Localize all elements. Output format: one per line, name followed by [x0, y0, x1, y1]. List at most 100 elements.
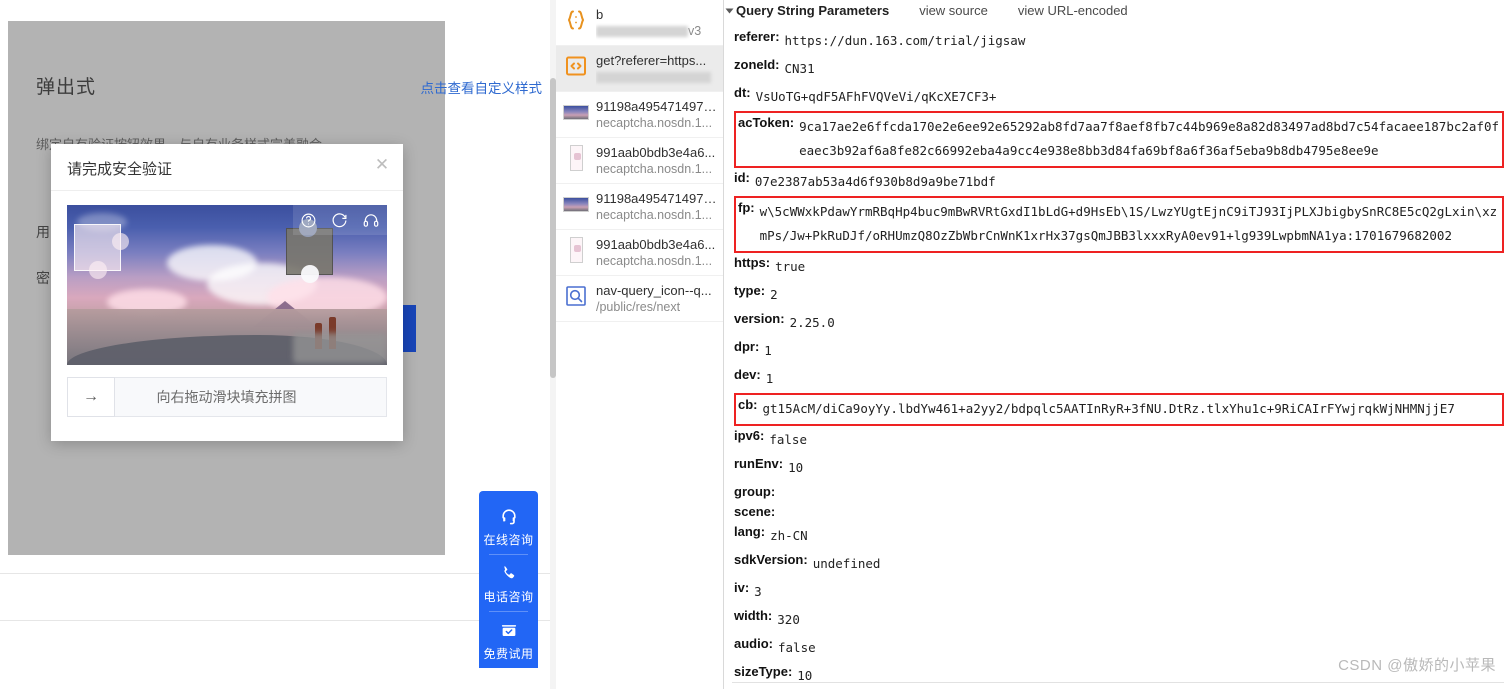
query-param-row: width:320: [734, 606, 1512, 634]
query-param-row: lang:zh-CN: [734, 522, 1512, 550]
audio-icon[interactable]: [362, 212, 380, 229]
query-param-row: group:: [734, 482, 1512, 502]
website-preview-pane: 弹出式 点击查看自定义样式 绑定自有验证按钮效果，与自有业务样式完美融合 用 密…: [0, 0, 556, 689]
query-param-value[interactable]: gt15AcM/diCa9oyYy.lbdYw461+a2yy2/bdpqlc5…: [763, 397, 1455, 421]
query-param-key: ipv6:: [734, 428, 764, 444]
query-param-value[interactable]: 1: [764, 339, 772, 363]
query-param-key: acToken:: [738, 115, 794, 131]
file-list-item-text: 991aab0bdb3e4a6...necaptcha.nosdn.1...: [596, 143, 717, 178]
query-param-key: cb:: [738, 397, 758, 413]
query-param-value[interactable]: 9ca17ae2e6ffcda170e2e6ee92e65292ab8fd7aa…: [799, 115, 1500, 163]
query-param-value[interactable]: 3: [754, 580, 762, 604]
arrow-right-icon[interactable]: →: [67, 377, 115, 417]
chevron-down-icon[interactable]: [726, 8, 734, 13]
query-string-parameters-header[interactable]: Query String Parameters view source view…: [724, 0, 1512, 21]
query-param-value[interactable]: true: [775, 255, 805, 279]
query-param-row-highlighted: acToken: 9ca17ae2e6ffcda170e2e6ee92e65292…: [734, 111, 1504, 168]
file-list-item[interactable]: get?referer=https...: [556, 46, 723, 92]
query-param-value[interactable]: w\5cWWxkPdawYrmRBqHp4buc9mBwRVRtGxdI1bLd…: [760, 200, 1500, 248]
captcha-slider-track[interactable]: → 向右拖动滑块填充拼图: [67, 377, 387, 417]
file-list-item[interactable]: bv3: [556, 0, 723, 46]
puzzle-slot-shape: [74, 224, 121, 271]
file-name: b: [596, 6, 717, 23]
file-name: 991aab0bdb3e4a6...: [596, 236, 717, 253]
query-param-row: dev:1: [734, 365, 1512, 393]
image-thumb-tall-icon: [563, 145, 589, 171]
query-param-value[interactable]: 320: [777, 608, 800, 632]
query-param-row: dpr: 1: [734, 337, 1512, 365]
file-name: 991aab0bdb3e4a6...: [596, 144, 717, 161]
query-param-value[interactable]: https://dun.163.com/trial/jigsaw: [785, 29, 1026, 53]
free-trial-icon: [479, 619, 538, 641]
query-param-row-highlighted: fp: w\5cWWxkPdawYrmRBqHp4buc9mBwRVRtGxdI1…: [734, 196, 1504, 253]
widget-item-phone-consult[interactable]: 电话咨询: [479, 554, 538, 611]
view-url-encoded-button[interactable]: view URL-encoded: [1018, 3, 1128, 18]
file-subtitle: necaptcha.nosdn.1...: [596, 161, 717, 178]
query-param-row: scene:: [734, 502, 1512, 522]
query-param-value[interactable]: 2.25.0: [790, 311, 835, 335]
query-param-row: iv:3: [734, 578, 1512, 606]
widget-label-online-consult: 在线咨询: [479, 531, 538, 548]
file-list-item-text: bv3: [596, 5, 717, 40]
query-param-row: version:2.25.0: [734, 309, 1512, 337]
widget-label-free-trial: 免费试用: [479, 645, 538, 662]
file-name: get?referer=https...: [596, 52, 717, 69]
query-param-key: scene:: [734, 504, 775, 520]
captcha-tools: [293, 205, 387, 235]
query-param-key: https:: [734, 255, 770, 271]
query-param-value[interactable]: 07e2387ab53a4d6f930b8d9a9be71bdf: [755, 170, 996, 194]
query-param-value[interactable]: CN31: [785, 57, 815, 81]
query-param-value[interactable]: undefined: [813, 552, 881, 576]
password-field-label: 密: [36, 268, 50, 288]
page-title: 弹出式: [36, 72, 96, 99]
captcha-dialog: 请完成安全验证 ✕: [51, 144, 403, 441]
query-param-value[interactable]: false: [769, 428, 807, 452]
query-param-row: ipv6: false: [734, 426, 1512, 454]
puzzle-piece-shape[interactable]: [286, 228, 333, 275]
query-param-row-highlighted: cb: gt15AcM/diCa9oyYy.lbdYw461+a2yy2/bdpq…: [734, 393, 1504, 426]
phone-icon: [479, 562, 538, 584]
query-param-row: zoneId:CN31: [734, 55, 1512, 83]
widget-item-free-trial[interactable]: 免费试用: [479, 611, 538, 668]
file-list-item[interactable]: nav-query_icon--q.../public/res/next: [556, 276, 723, 322]
devtools-headers-pane: Query String Parameters view source view…: [724, 0, 1512, 689]
query-param-row: dt:VsUoTG+qdF5AFhFVQVeVi/qKcXE7CF3+: [734, 83, 1512, 111]
file-name: nav-query_icon--q...: [596, 282, 717, 299]
query-param-row: sdkVersion:undefined: [734, 550, 1512, 578]
captcha-dialog-body: → 向右拖动滑块填充拼图: [51, 191, 403, 429]
section-title: Query String Parameters: [736, 3, 889, 18]
query-param-value[interactable]: 2: [770, 283, 778, 307]
query-param-value[interactable]: 10: [788, 456, 803, 480]
query-param-value[interactable]: 10: [797, 664, 812, 688]
query-param-key: fp:: [738, 200, 755, 216]
captcha-dialog-title: 请完成安全验证: [67, 158, 172, 179]
file-list-item[interactable]: 991aab0bdb3e4a6...necaptcha.nosdn.1...: [556, 230, 723, 276]
widget-item-online-consult[interactable]: 在线咨询: [479, 497, 538, 554]
help-icon[interactable]: [300, 212, 317, 229]
floating-contact-widget: 在线咨询 电话咨询 免费试用: [479, 491, 538, 668]
close-icon[interactable]: ✕: [373, 156, 391, 174]
file-list-item[interactable]: 991aab0bdb3e4a6...necaptcha.nosdn.1...: [556, 138, 723, 184]
custom-style-link[interactable]: 点击查看自定义样式: [421, 77, 543, 97]
json-braces-icon: [563, 7, 589, 33]
query-param-key: runEnv:: [734, 456, 783, 472]
query-param-key: dpr:: [734, 339, 759, 355]
file-list-item-text: 91198a495471497f...necaptcha.nosdn.1...: [596, 189, 717, 224]
view-source-button[interactable]: view source: [919, 3, 988, 18]
query-param-value[interactable]: VsUoTG+qdF5AFhFVQVeVi/qKcXE7CF3+: [756, 85, 997, 109]
query-parameters-list: referer:https://dun.163.com/trial/jigsaw…: [724, 21, 1512, 689]
redacted-text: [596, 26, 688, 37]
code-brackets-icon: [563, 53, 589, 79]
captcha-slider-hint: 向右拖动滑块填充拼图: [115, 387, 338, 407]
query-param-row: runEnv: 10: [734, 454, 1512, 482]
devtools-network-file-list[interactable]: bv3 get?referer=https... 91198a495471497f.…: [556, 0, 724, 689]
query-param-value[interactable]: zh-CN: [770, 524, 808, 548]
query-param-key: audio:: [734, 636, 773, 652]
query-param-value[interactable]: false: [778, 636, 816, 660]
watermark: CSDN @傲娇的小苹果: [1338, 654, 1496, 675]
refresh-icon[interactable]: [331, 212, 348, 229]
file-list-item[interactable]: 91198a495471497f...necaptcha.nosdn.1...: [556, 92, 723, 138]
query-param-value[interactable]: 1: [766, 367, 774, 391]
query-param-row: https: true: [734, 253, 1512, 281]
file-list-item[interactable]: 91198a495471497f...necaptcha.nosdn.1...: [556, 184, 723, 230]
